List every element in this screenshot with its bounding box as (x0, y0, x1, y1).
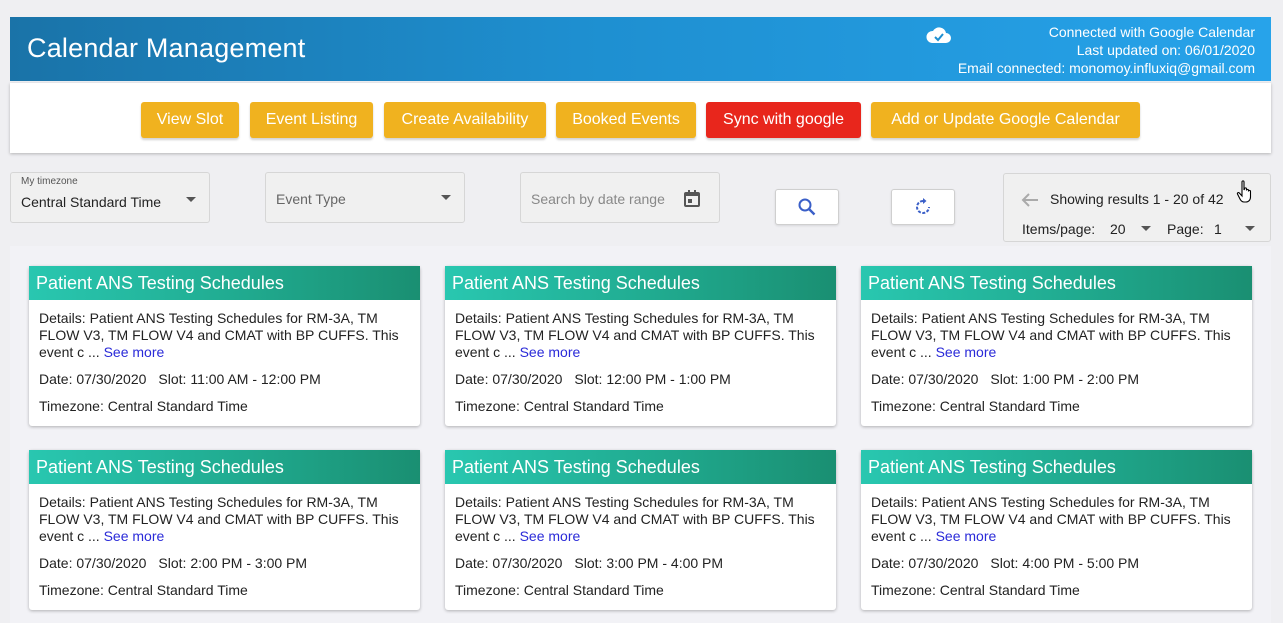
event-card-title: Patient ANS Testing Schedules (861, 266, 1252, 300)
date-range-placeholder: Search by date range (531, 191, 665, 207)
page-select[interactable]: 1 (1214, 221, 1222, 237)
event-slot: Slot: 3:00 PM - 4:00 PM (574, 555, 724, 571)
timezone-select[interactable]: My timezone Central Standard Time (10, 172, 210, 223)
app-frame: Calendar Management Connected with Googl… (0, 0, 1283, 623)
action-toolbar: View Slot Event Listing Create Availabil… (10, 83, 1271, 153)
event-timezone: Timezone: Central Standard Time (39, 582, 248, 598)
event-card: Patient ANS Testing Schedules Details: P… (29, 450, 420, 610)
connected-email: Email connected: monomoy.influxiq@gmail.… (957, 60, 1255, 76)
create-availability-button[interactable]: Create Availability (384, 102, 546, 138)
see-more-link[interactable]: See more (520, 344, 581, 360)
event-slot: Slot: 1:00 PM - 2:00 PM (990, 371, 1140, 387)
event-date: Date: 07/30/2020 (871, 371, 979, 387)
event-date: Date: 07/30/2020 (455, 371, 563, 387)
event-slot: Slot: 11:00 AM - 12:00 PM (158, 371, 321, 387)
details-text: Details: Patient ANS Testing Schedules f… (871, 310, 1231, 360)
see-more-link[interactable]: See more (104, 344, 165, 360)
app-header: Calendar Management Connected with Googl… (10, 17, 1271, 81)
page-label: Page: (1167, 221, 1204, 237)
calendar-icon[interactable] (684, 190, 700, 207)
event-card: Patient ANS Testing Schedules Details: P… (29, 266, 420, 426)
event-card-datetime: Date: 07/30/2020 Slot: 3:00 PM - 4:00 PM (455, 555, 723, 571)
event-card-datetime: Date: 07/30/2020 Slot: 2:00 PM - 3:00 PM (39, 555, 307, 571)
booked-events-button[interactable]: Booked Events (556, 102, 696, 138)
event-timezone: Timezone: Central Standard Time (39, 398, 248, 414)
event-slot: Slot: 4:00 PM - 5:00 PM (990, 555, 1140, 571)
event-timezone: Timezone: Central Standard Time (871, 398, 1080, 414)
event-date: Date: 07/30/2020 (871, 555, 979, 571)
event-slot: Slot: 12:00 PM - 1:00 PM (574, 371, 731, 387)
event-date: Date: 07/30/2020 (39, 371, 147, 387)
event-card-title: Patient ANS Testing Schedules (29, 266, 420, 300)
pagination-panel: Showing results 1 - 20 of 42 Items/page:… (1003, 173, 1271, 242)
event-card: Patient ANS Testing Schedules Details: P… (445, 450, 836, 610)
event-card-details: Details: Patient ANS Testing Schedules f… (455, 494, 825, 545)
chevron-down-icon (441, 195, 451, 200)
event-timezone: Timezone: Central Standard Time (871, 582, 1080, 598)
items-per-page-select[interactable]: 20 (1110, 221, 1126, 237)
event-type-select[interactable]: Event Type (265, 172, 465, 223)
update-google-calendar-button[interactable]: Add or Update Google Calendar (871, 102, 1140, 138)
chevron-down-icon[interactable] (1141, 226, 1151, 231)
search-icon (798, 198, 816, 216)
event-listing-button[interactable]: Event Listing (250, 102, 373, 138)
see-more-link[interactable]: See more (520, 528, 581, 544)
cloud-check-icon (926, 27, 951, 43)
hand-pointer-icon (1236, 180, 1252, 203)
chevron-down-icon[interactable] (1245, 226, 1255, 231)
details-text: Details: Patient ANS Testing Schedules f… (39, 310, 399, 360)
event-slot: Slot: 2:00 PM - 3:00 PM (158, 555, 308, 571)
items-per-page-label: Items/page: (1022, 221, 1096, 237)
event-timezone: Timezone: Central Standard Time (455, 582, 664, 598)
details-text: Details: Patient ANS Testing Schedules f… (455, 310, 815, 360)
arrow-left-icon[interactable] (1021, 192, 1039, 208)
see-more-link[interactable]: See more (936, 344, 997, 360)
refresh-button[interactable] (891, 189, 955, 225)
event-card-title: Patient ANS Testing Schedules (861, 450, 1252, 484)
date-range-input[interactable]: Search by date range (520, 172, 720, 223)
event-card: Patient ANS Testing Schedules Details: P… (861, 266, 1252, 426)
event-card-title: Patient ANS Testing Schedules (445, 450, 836, 484)
event-card-details: Details: Patient ANS Testing Schedules f… (455, 310, 825, 361)
event-card-title: Patient ANS Testing Schedules (445, 266, 836, 300)
page-title: Calendar Management (27, 33, 306, 63)
event-card-datetime: Date: 07/30/2020 Slot: 4:00 PM - 5:00 PM (871, 555, 1139, 571)
see-more-link[interactable]: See more (104, 528, 165, 544)
event-date: Date: 07/30/2020 (455, 555, 563, 571)
connection-status: Connected with Google Calendar (1048, 24, 1255, 40)
event-timezone: Timezone: Central Standard Time (455, 398, 664, 414)
sync-google-button[interactable]: Sync with google (706, 102, 861, 138)
event-card-title: Patient ANS Testing Schedules (29, 450, 420, 484)
details-text: Details: Patient ANS Testing Schedules f… (39, 494, 399, 544)
chevron-down-icon (186, 197, 196, 202)
details-text: Details: Patient ANS Testing Schedules f… (455, 494, 815, 544)
event-card: Patient ANS Testing Schedules Details: P… (861, 450, 1252, 610)
event-card-details: Details: Patient ANS Testing Schedules f… (871, 494, 1241, 545)
timezone-value: Central Standard Time (21, 194, 162, 210)
view-slot-button[interactable]: View Slot (141, 102, 239, 138)
see-more-link[interactable]: See more (936, 528, 997, 544)
event-type-placeholder: Event Type (276, 191, 346, 207)
event-card-datetime: Date: 07/30/2020 Slot: 1:00 PM - 2:00 PM (871, 371, 1139, 387)
event-date: Date: 07/30/2020 (39, 555, 147, 571)
event-card-datetime: Date: 07/30/2020 Slot: 12:00 PM - 1:00 PM (455, 371, 731, 387)
event-card-datetime: Date: 07/30/2020 Slot: 11:00 AM - 12:00 P… (39, 371, 321, 387)
event-cards-area: Patient ANS Testing Schedules Details: P… (10, 246, 1271, 623)
last-updated: Last updated on: 06/01/2020 (1076, 42, 1255, 58)
event-card-details: Details: Patient ANS Testing Schedules f… (39, 494, 409, 545)
event-card: Patient ANS Testing Schedules Details: P… (445, 266, 836, 426)
google-connection-info: Connected with Google Calendar Last upda… (958, 23, 1255, 77)
event-card-details: Details: Patient ANS Testing Schedules f… (39, 310, 409, 361)
details-text: Details: Patient ANS Testing Schedules f… (871, 494, 1231, 544)
refresh-icon (916, 198, 930, 214)
event-card-details: Details: Patient ANS Testing Schedules f… (871, 310, 1241, 361)
timezone-label: My timezone (21, 176, 78, 187)
search-button[interactable] (775, 189, 839, 225)
results-summary: Showing results 1 - 20 of 42 (1050, 191, 1224, 207)
